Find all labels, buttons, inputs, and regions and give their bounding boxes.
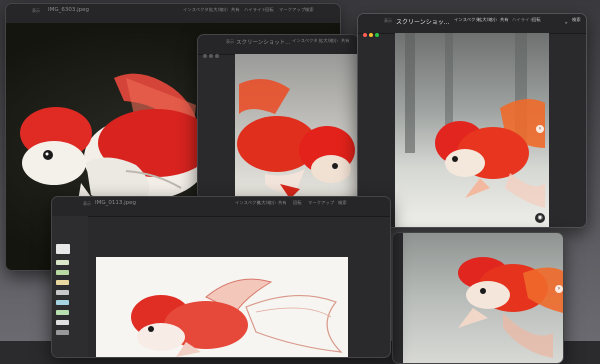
menu-share[interactable]: 共有: [500, 17, 509, 23]
menu-inspector[interactable]: インスペクタ: [183, 7, 209, 13]
window-title: IMG_6303.jpeg: [48, 7, 90, 13]
lasso-tool[interactable]: [56, 320, 69, 325]
goldfish-photo: ›: [403, 233, 563, 363]
menu-search[interactable]: 検索: [338, 200, 347, 206]
menu-rotate[interactable]: 回転: [265, 7, 274, 13]
menu-search[interactable]: 検索: [572, 17, 581, 23]
view-menu[interactable]: 表示: [83, 201, 91, 207]
menu-inspector[interactable]: インスペクタ: [292, 38, 318, 44]
goldfish-illustration: [405, 33, 545, 208]
view-menu[interactable]: 表示: [226, 39, 234, 45]
sidebar-icon[interactable]: »: [565, 20, 568, 25]
window-controls[interactable]: [203, 43, 221, 62]
menu-share[interactable]: 共有: [278, 200, 287, 206]
preview-window-img0113[interactable]: 表示 IMG_0113.jpeg インスペクタ 拡大/縮小 共有 回転 マークア…: [51, 196, 391, 358]
view-menu[interactable]: 表示: [384, 18, 392, 24]
preview-window-lower-right[interactable]: ›: [392, 232, 564, 364]
window-titlebar[interactable]: 表示 スクリーンショット... インスペクタ 拡大/縮小 共有: [198, 35, 358, 58]
menu-share[interactable]: 共有: [231, 7, 240, 13]
menu-zoom[interactable]: 拡大/縮小: [478, 17, 497, 23]
menu-inspector[interactable]: インスペクタ: [454, 17, 480, 23]
menu-highlight[interactable]: ハイライト: [244, 7, 266, 13]
next-arrow-icon[interactable]: ›: [536, 125, 544, 133]
menu-share[interactable]: 共有: [341, 38, 350, 44]
pen-tool[interactable]: [56, 260, 69, 265]
marker-tool[interactable]: [56, 270, 69, 275]
eraser-tool[interactable]: [56, 310, 69, 315]
menu-search[interactable]: 検索: [305, 7, 314, 13]
page-indicator: [467, 219, 477, 221]
goldfish-illustration: [237, 79, 355, 199]
menu-highlight[interactable]: ハイライト: [512, 17, 534, 23]
menu-zoom[interactable]: 拡大/縮小: [319, 38, 338, 44]
menu-zoom[interactable]: 拡大/縮小: [209, 7, 228, 13]
window-controls[interactable]: [363, 22, 381, 41]
highlighter-tool[interactable]: [56, 280, 69, 285]
menu-markup[interactable]: マークアップ: [308, 200, 334, 206]
goldfish-photo: › ◉: [395, 33, 549, 227]
ruler-tool[interactable]: [56, 330, 69, 335]
goldfish-drawing: [96, 257, 348, 357]
goldfish-photo: [235, 54, 358, 199]
window-titlebar[interactable]: 表示 IMG_0113.jpeg インスペクタ 拡大/縮小 共有 回転 マークア…: [52, 197, 390, 220]
brush-tool[interactable]: [56, 300, 69, 305]
view-menu[interactable]: 表示: [32, 8, 40, 14]
window-title: スクリーンショット...: [236, 40, 291, 46]
menu-zoom[interactable]: 拡大/縮小: [257, 200, 276, 206]
live-text-icon[interactable]: ◉: [535, 213, 545, 223]
goldfish-illustration: [458, 257, 563, 358]
window-titlebar[interactable]: 表示 IMG_6303.jpeg インスペクタ 拡大/縮小 共有 ハイライト 回…: [6, 4, 340, 27]
window-title: IMG_0113.jpeg: [95, 200, 137, 206]
menu-rotate[interactable]: 回転: [293, 200, 302, 206]
preview-window-screenshot-middle[interactable]: 表示 スクリーンショット... インスペクタ 拡大/縮小 共有: [197, 34, 359, 200]
preview-window-screenshot-active[interactable]: 表示 スクリーンショッ... インスペクタ 拡大/縮小 共有 ハイライト 回転 …: [357, 13, 587, 228]
menu-markup[interactable]: マークアップ: [279, 7, 305, 13]
pencil-tool[interactable]: [56, 244, 70, 254]
goldfish-drawing-illustration: [131, 278, 343, 357]
crayon-tool[interactable]: [56, 290, 69, 295]
window-title: スクリーンショッ...: [396, 19, 450, 26]
markup-toolbar[interactable]: [52, 216, 88, 357]
window-titlebar[interactable]: 表示 スクリーンショッ... インスペクタ 拡大/縮小 共有 ハイライト 回転 …: [358, 14, 586, 37]
next-arrow-icon[interactable]: ›: [555, 285, 563, 293]
menu-rotate[interactable]: 回転: [532, 17, 541, 23]
